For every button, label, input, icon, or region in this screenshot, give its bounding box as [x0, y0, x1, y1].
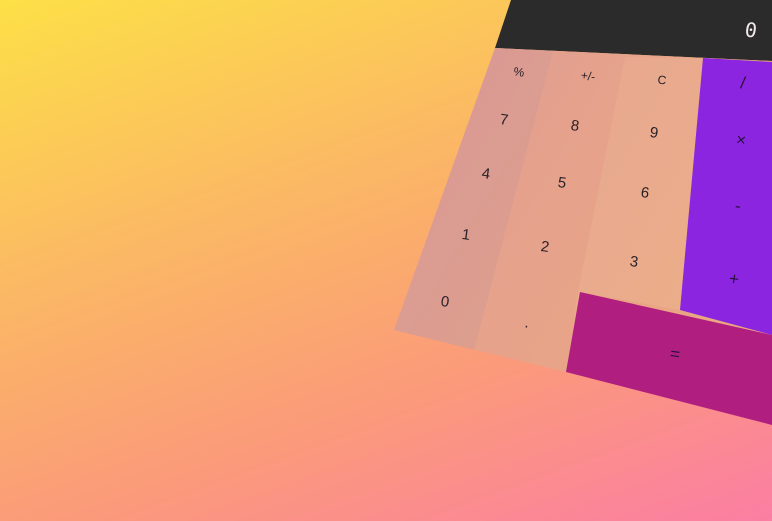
calculator-scene: 0 % +/- C / 7 8 9 × 4 5 6 - 1 2 3 + 0 . …: [0, 0, 772, 521]
sign-toggle-button[interactable]: +/-: [580, 68, 596, 84]
keypad-column-highlight: [566, 57, 703, 372]
percent-button[interactable]: %: [513, 64, 526, 79]
clear-button[interactable]: C: [657, 72, 668, 87]
